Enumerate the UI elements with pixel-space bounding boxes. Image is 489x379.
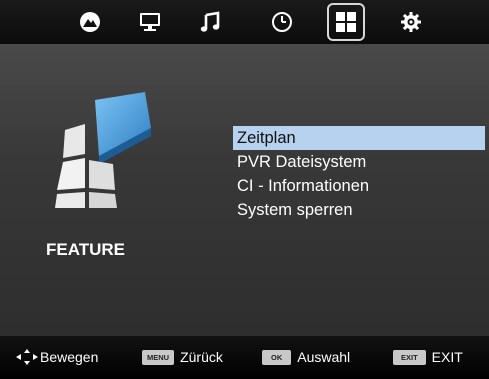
hint-select: OK Auswahl xyxy=(262,349,350,365)
feature-menu: Zeitplan PVR Dateisystem CI - Informatio… xyxy=(233,126,485,222)
tab-clock[interactable] xyxy=(264,4,300,40)
monitor-icon xyxy=(140,13,160,31)
menu-item-pvr-dateisystem[interactable]: PVR Dateisystem xyxy=(233,150,485,174)
tab-feature[interactable] xyxy=(327,3,365,41)
hint-move: Bewegen xyxy=(16,349,98,365)
hint-back-label: Zürück xyxy=(180,349,223,365)
tab-music[interactable] xyxy=(192,4,228,40)
ok-key: OK xyxy=(262,349,292,365)
menu-key: MENU xyxy=(142,349,175,365)
arrows-icon xyxy=(16,349,38,365)
top-menu-bar xyxy=(0,0,489,44)
tab-settings[interactable] xyxy=(393,4,429,40)
tab-monitor[interactable] xyxy=(132,4,168,40)
hint-move-label: Bewegen xyxy=(40,349,99,365)
menu-item-system-sperren[interactable]: System sperren xyxy=(233,198,485,222)
picture-icon xyxy=(80,12,100,32)
tab-picture[interactable] xyxy=(72,4,108,40)
exit-key: EXIT xyxy=(393,349,426,365)
menu-item-ci-informationen[interactable]: CI - Informationen xyxy=(233,174,485,198)
menu-item-zeitplan[interactable]: Zeitplan xyxy=(233,126,485,150)
hint-exit-label: EXIT xyxy=(431,349,463,365)
hint-select-label: Auswahl xyxy=(297,349,351,365)
hint-exit: EXIT EXIT xyxy=(393,349,463,365)
clock-icon xyxy=(272,12,292,32)
feature-blocks-icon xyxy=(55,92,151,208)
music-note-icon xyxy=(200,11,220,32)
hint-back: MENU Zürück xyxy=(142,349,223,365)
bottom-hint-bar: Bewegen MENU Zürück OK Auswahl EXIT EXIT xyxy=(0,336,489,379)
feature-label: FEATURE xyxy=(46,240,126,259)
feature-grid-icon xyxy=(336,12,356,32)
gear-icon xyxy=(401,12,421,32)
